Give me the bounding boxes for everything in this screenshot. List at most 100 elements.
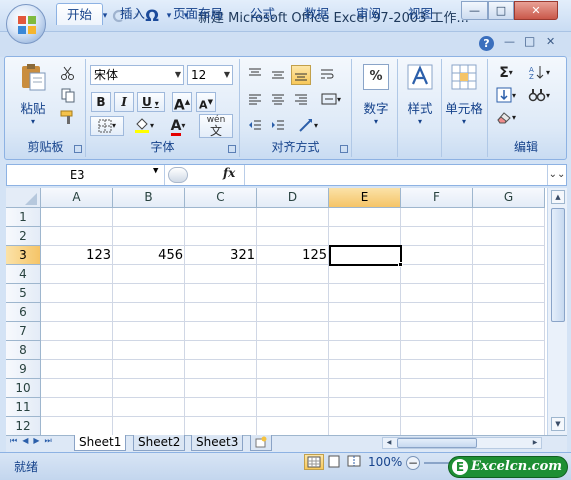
bold-button[interactable]: B [91,92,111,112]
grid-cell[interactable] [41,379,113,398]
grid-cell[interactable] [473,417,545,435]
grid-cell[interactable] [473,246,545,265]
tab-page-layout[interactable]: 页面布局 [163,3,233,25]
grid-cell[interactable] [185,265,257,284]
grid-cell[interactable] [257,265,329,284]
formula-input[interactable] [244,165,547,185]
phonetic-button[interactable]: wén 文 [199,114,233,138]
grid-cell[interactable] [401,360,473,379]
grid-cell[interactable] [257,227,329,246]
grid-cell[interactable] [113,379,185,398]
grid-cell[interactable] [185,284,257,303]
merge-center-dropdown-icon[interactable]: ▾ [337,95,341,104]
row-header-5[interactable]: 5 [6,284,41,303]
row-header-8[interactable]: 8 [6,341,41,360]
grid-cell[interactable] [185,398,257,417]
grid-cell[interactable] [473,379,545,398]
grid-cell[interactable] [113,398,185,417]
column-header-a[interactable]: A [41,188,113,208]
grid-cell[interactable] [329,284,401,303]
copy-icon[interactable] [58,86,78,106]
grid-cell[interactable] [185,341,257,360]
paste-button[interactable]: 粘贴 ▾ [12,62,54,126]
find-select-button[interactable]: ▾ [524,86,554,106]
grid-cell[interactable] [185,322,257,341]
page-layout-view-icon[interactable] [326,454,344,470]
borders-button[interactable]: ▾ [90,116,124,136]
grid-cell[interactable] [401,246,473,265]
row-header-10[interactable]: 10 [6,379,41,398]
font-name-dropdown-icon[interactable]: ▼ [175,66,181,84]
fill-button[interactable]: ▾ [492,86,520,106]
column-header-e[interactable]: E [329,188,401,208]
horizontal-scrollbar[interactable]: ◀ ▶ [382,437,542,449]
page-break-view-icon[interactable] [346,454,364,470]
grid-cell[interactable] [401,341,473,360]
grid-cell[interactable] [185,417,257,435]
grid-cell[interactable] [401,265,473,284]
row-header-4[interactable]: 4 [6,265,41,284]
grid-cell[interactable] [473,322,545,341]
grid-cell[interactable] [185,360,257,379]
grid-cell[interactable] [257,341,329,360]
grid-cell[interactable] [257,360,329,379]
row-header-9[interactable]: 9 [6,360,41,379]
name-box[interactable]: E3 ▼ [7,165,165,185]
cell-d3[interactable]: 125 [257,246,329,265]
grid-cell[interactable] [401,322,473,341]
formula-bar-grip-icon[interactable] [168,167,188,183]
styles-dropdown-icon[interactable]: ▾ [400,117,440,126]
grid-cell[interactable] [41,322,113,341]
grid-cell[interactable] [41,208,113,227]
grid-cell[interactable] [329,208,401,227]
align-right-icon[interactable] [291,90,311,110]
grid-cell[interactable] [41,265,113,284]
grid-cell[interactable] [329,417,401,435]
column-header-f[interactable]: F [401,188,473,208]
grid-cell[interactable] [473,360,545,379]
tab-formulas[interactable]: 公式 [240,3,285,25]
find-select-dropdown-icon[interactable]: ▾ [546,91,550,100]
expand-formula-bar-icon[interactable]: ⌄⌄ [547,165,566,185]
select-all-corner[interactable] [6,188,41,208]
clear-button[interactable]: ▾ [492,108,520,128]
tab-insert[interactable]: 插入 [110,3,155,25]
grid-cell[interactable] [185,303,257,322]
grid-cell[interactable] [113,208,185,227]
grid-cell[interactable] [473,265,545,284]
sheet-tab-sheet2[interactable]: Sheet2 [133,435,186,451]
grid-cell[interactable] [401,284,473,303]
grid-cell[interactable] [329,360,401,379]
grid-cell[interactable] [41,398,113,417]
fill-dropdown-icon[interactable]: ▾ [512,91,516,100]
row-header-7[interactable]: 7 [6,322,41,341]
grid-cell[interactable] [329,303,401,322]
font-name-combo[interactable]: 宋体 ▼ [90,65,184,85]
ribbon-close-button[interactable]: ✕ [546,35,555,48]
grid-cell[interactable] [257,322,329,341]
insert-function-button[interactable]: fx [223,166,235,180]
align-left-icon[interactable] [245,90,265,110]
grid-cell[interactable] [113,284,185,303]
grid-cell[interactable] [401,303,473,322]
grid-cell[interactable] [41,227,113,246]
grid-cell[interactable] [185,379,257,398]
increase-indent-icon[interactable] [268,116,288,136]
row-header-12[interactable]: 12 [6,417,41,435]
wrap-text-icon[interactable] [317,65,337,85]
number-format-button[interactable]: % 数字 ▾ [356,64,396,126]
align-bottom-icon[interactable] [291,65,311,85]
grid-cell[interactable] [329,322,401,341]
cell-a3[interactable]: 123 [41,246,113,265]
row-header-6[interactable]: 6 [6,303,41,322]
grid-cell[interactable] [113,341,185,360]
grid-cell[interactable] [257,208,329,227]
ribbon-restore-button[interactable]: □ [524,34,535,48]
font-size-dropdown-icon[interactable]: ▼ [224,66,230,84]
grid-cell[interactable] [329,398,401,417]
grid-cell[interactable] [113,417,185,435]
align-top-icon[interactable] [245,65,265,85]
row-header-1[interactable]: 1 [6,208,41,227]
help-icon[interactable]: ? [479,36,494,51]
format-painter-icon[interactable] [58,108,78,128]
